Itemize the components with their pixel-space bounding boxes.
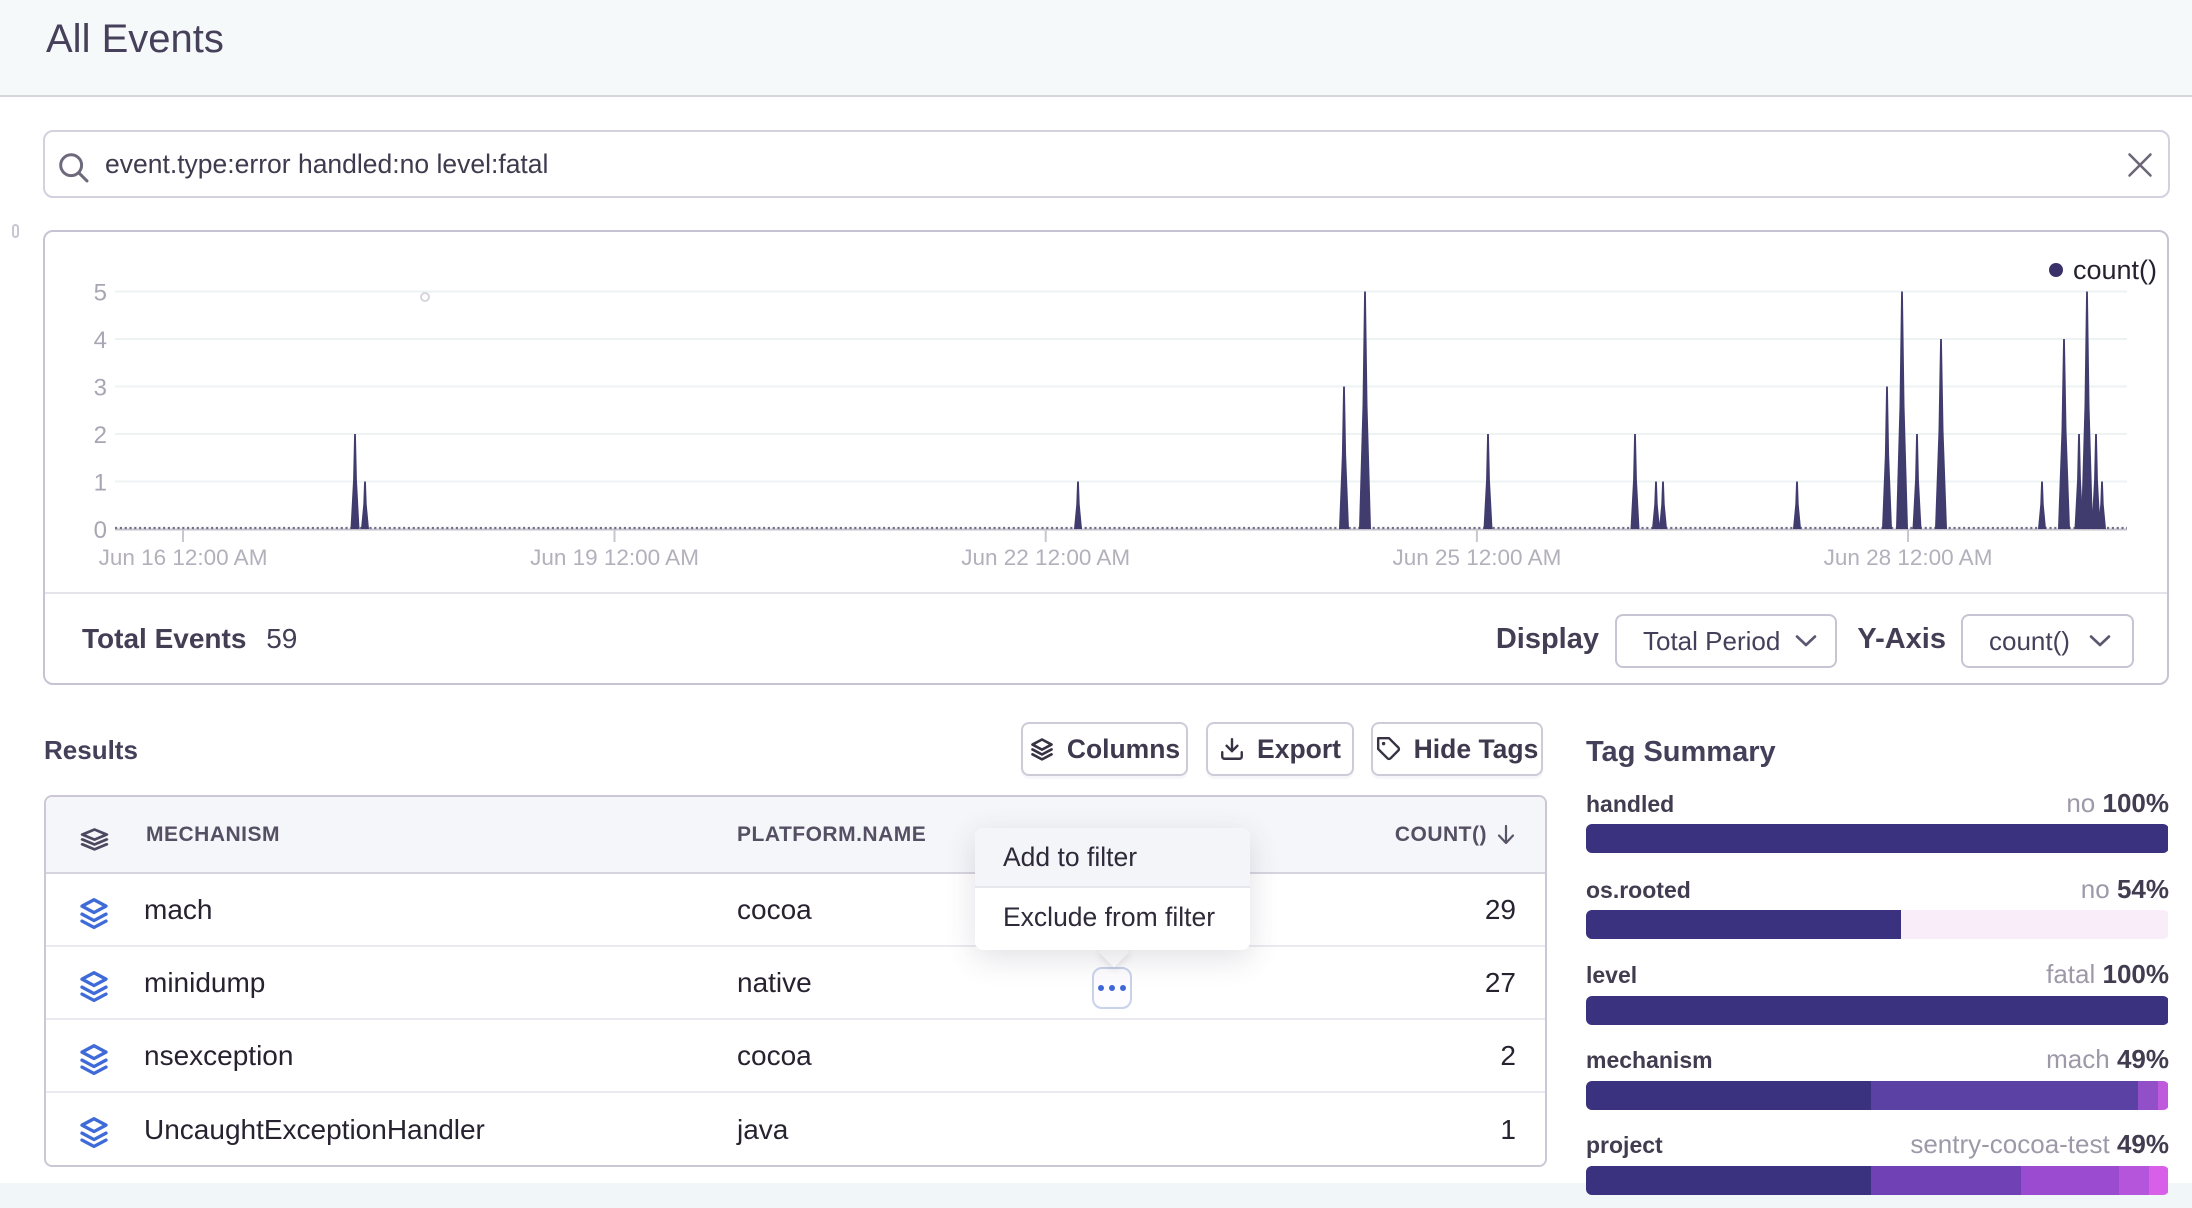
svg-text:1: 1 [94,470,107,497]
svg-text:4: 4 [94,327,107,354]
svg-text:Jun 19 12:00 AM: Jun 19 12:00 AM [530,545,699,570]
svg-text:Jun 25 12:00 AM: Jun 25 12:00 AM [1392,545,1561,570]
svg-text:2: 2 [94,422,107,449]
svg-text:count(): count() [2073,255,2157,285]
svg-text:Jun 16 12:00 AM: Jun 16 12:00 AM [99,545,268,570]
svg-text:0: 0 [94,517,107,544]
svg-text:5: 5 [94,280,107,307]
svg-text:3: 3 [94,375,107,402]
svg-text:Jun 22 12:00 AM: Jun 22 12:00 AM [961,545,1130,570]
svg-text:Jun 28 12:00 AM: Jun 28 12:00 AM [1824,545,1993,570]
